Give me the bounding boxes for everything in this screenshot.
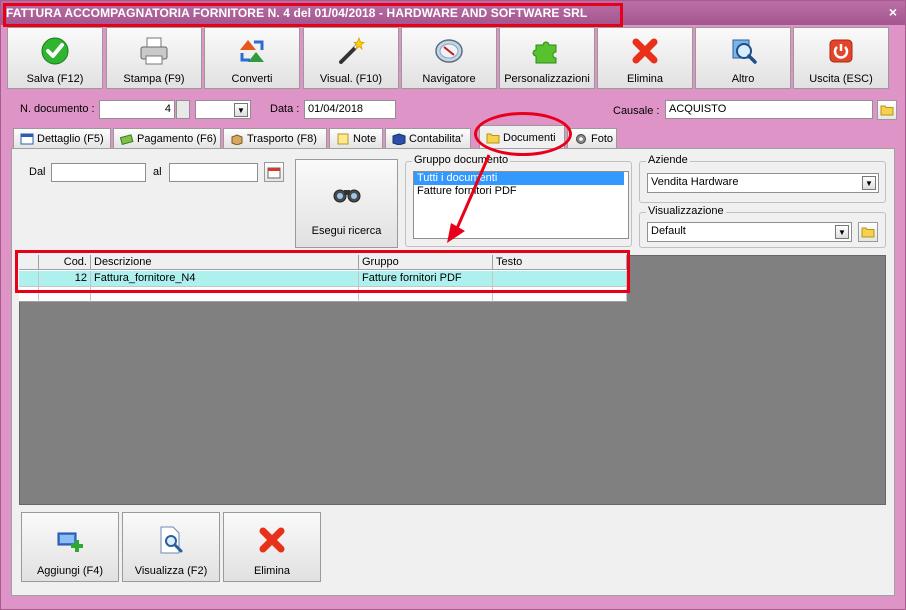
checkmark-icon [38,36,72,66]
aziende-combo[interactable]: Vendita Hardware ▼ [647,173,879,193]
to-label: al [153,166,162,178]
causale-input[interactable]: ACQUISTO [665,100,873,119]
to-date-input[interactable] [169,163,258,182]
from-date-input[interactable] [51,163,146,182]
print-button[interactable]: Stampa (F9) [106,27,202,89]
doc-number-input[interactable]: 4 [99,100,175,119]
tab-contabilita[interactable]: Contabilita' [385,128,471,148]
date-label: Data : [270,103,300,115]
visualizzazione-title: Visualizzazione [646,205,726,217]
aziende-title: Aziende [646,154,690,166]
chevron-down-icon[interactable]: ▼ [835,225,849,239]
visualizzazione-folder-button[interactable] [858,222,878,242]
chevron-down-icon[interactable]: ▼ [862,176,876,190]
chevron-down-icon[interactable]: ▼ [234,103,248,117]
document-magnifier-icon [156,525,186,555]
binoculars-icon [332,184,362,207]
visualizzazione-combo[interactable]: Default ▼ [647,222,852,242]
magic-wand-icon [334,36,368,66]
calendar-icon [267,167,281,178]
main-window: FATTURA ACCOMPAGNATORIA FORNITORE N. 4 d… [0,0,906,610]
delete-document-button[interactable]: Elimina [223,512,321,582]
folder-icon [861,227,875,238]
add-document-icon [55,525,85,555]
delete-button[interactable]: Elimina [597,27,693,89]
save-button[interactable]: Salva (F12) [7,27,103,89]
search-button[interactable]: Esegui ricerca [295,159,398,248]
doc-number-label: N. documento : [20,103,95,115]
from-label: Dal [29,166,46,178]
note-icon [337,133,349,144]
annotation-arrow [447,154,491,243]
tab-foto[interactable]: Foto [567,128,617,148]
grid-highlight-box [15,250,630,293]
add-button[interactable]: Aggiungi (F4) [21,512,119,582]
navigator-button[interactable]: Navigatore [401,27,497,89]
red-x-icon [628,36,662,66]
doc-number-spinner[interactable] [176,100,190,119]
view-button[interactable]: Visual. (F10) [303,27,399,89]
other-button[interactable]: Altro [695,27,791,89]
compass-icon [432,36,466,66]
puzzle-icon [530,36,564,66]
title-highlight-box [3,3,623,27]
calendar-button[interactable] [264,162,284,182]
view-document-button[interactable]: Visualizza (F2) [122,512,220,582]
book-icon [392,132,406,145]
power-icon [824,36,858,66]
causale-folder-button[interactable] [877,100,897,120]
tab-dettaglio[interactable]: Dettaglio (F5) [13,128,111,148]
box-icon [231,133,243,145]
causale-label: Causale : [613,105,660,117]
convert-button[interactable]: Converti [204,27,300,89]
printer-icon [137,36,171,66]
money-icon [120,133,134,145]
gear-icon [576,133,586,144]
convert-arrows-icon [235,36,269,66]
folder-icon [880,105,894,116]
tab-note[interactable]: Note [329,128,383,148]
tab-highlight-ellipse [474,112,572,156]
customize-button[interactable]: Personalizzazioni [499,27,595,89]
doc-series-combo[interactable]: ▼ [195,100,251,119]
exit-button[interactable]: Uscita (ESC) [793,27,889,89]
calendar-grid-icon [20,133,34,144]
date-input[interactable]: 01/04/2018 [304,100,396,119]
tab-pagamento[interactable]: Pagamento (F6) [113,128,221,148]
tab-trasporto[interactable]: Trasporto (F8) [223,128,327,148]
magnifier-icon [726,36,760,66]
red-x-icon [257,525,287,555]
close-icon[interactable]: × [889,4,897,20]
